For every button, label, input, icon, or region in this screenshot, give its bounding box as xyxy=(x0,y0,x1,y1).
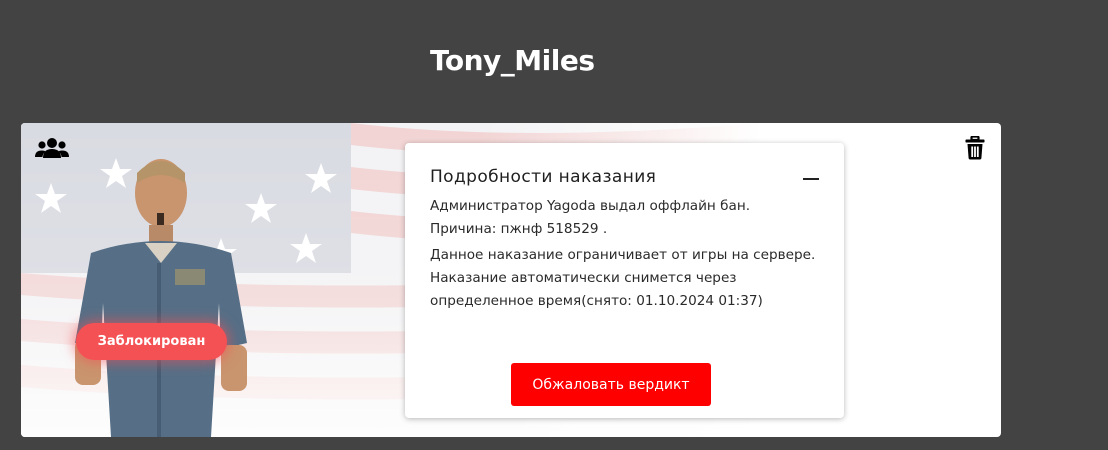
users-icon[interactable] xyxy=(35,137,69,159)
punishment-details-panel: Подробности наказания Администратор Yago… xyxy=(405,143,844,418)
trash-icon[interactable] xyxy=(965,136,985,160)
status-badge: Заблокирован xyxy=(76,323,227,360)
punishment-reason-text: Причина: пжнф 518529 . xyxy=(430,221,608,237)
appeal-verdict-button[interactable]: Обжаловать вердикт xyxy=(511,363,711,406)
punishment-issued-text: Администратор Yagoda выдал оффлайн бан. xyxy=(430,198,751,214)
collapse-icon[interactable] xyxy=(803,178,819,180)
punishment-card: Заблокирован Подробности наказания Админ… xyxy=(21,123,1001,437)
punishment-note-text: Данное наказание ограничивает от игры на… xyxy=(430,247,816,309)
punishment-details-title: Подробности наказания xyxy=(430,167,657,187)
player-skin-image xyxy=(75,159,247,437)
player-name: Tony_Miles xyxy=(430,44,595,77)
